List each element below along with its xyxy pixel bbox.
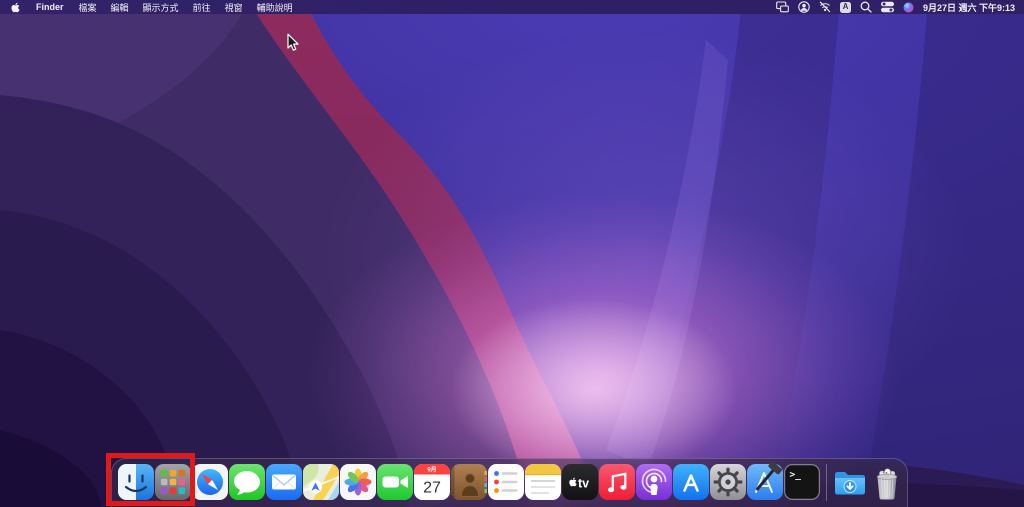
mail-icon xyxy=(266,464,302,500)
dock-item-launchpad[interactable] xyxy=(155,464,191,500)
control-center-icon[interactable] xyxy=(880,1,894,13)
svg-text:tv: tv xyxy=(578,476,589,490)
trash-full-icon xyxy=(876,468,898,500)
appstore-icon xyxy=(673,464,709,500)
apple-menu[interactable] xyxy=(9,2,28,13)
dock-item-maps[interactable] xyxy=(303,464,339,500)
photos-icon xyxy=(340,464,376,500)
facetime-icon xyxy=(377,464,413,500)
apple-logo-icon xyxy=(11,2,20,12)
menu-app-name[interactable]: Finder xyxy=(28,2,72,12)
input-source-icon[interactable]: A xyxy=(839,1,851,13)
wallpaper-waves xyxy=(0,0,1024,507)
menu-bar-clock[interactable]: 9月27日 週六 下午9:13 xyxy=(923,1,1015,14)
dock-item-facetime[interactable] xyxy=(377,464,413,500)
dock-item-tv[interactable]: tv xyxy=(562,464,598,500)
menu-bar: Finder 檔案 編輯 顯示方式 前往 視窗 輔助說明 A 9月27日 週六 … xyxy=(0,0,1024,14)
dock-item-contacts[interactable] xyxy=(451,464,487,500)
dock: 9月 27 tv >_ xyxy=(111,458,908,507)
dock-item-mail[interactable] xyxy=(266,464,302,500)
menu-item-window[interactable]: 視窗 xyxy=(218,1,250,14)
dock-item-safari[interactable] xyxy=(192,464,228,500)
dock-item-reminders[interactable] xyxy=(488,464,524,500)
menu-bar-status-area: A 9月27日 週六 下午9:13 xyxy=(776,1,1015,14)
menu-item-help[interactable]: 輔助說明 xyxy=(250,1,300,14)
menu-item-go[interactable]: 前往 xyxy=(186,1,218,14)
dock-separator xyxy=(826,464,827,501)
spotlight-search-icon[interactable] xyxy=(860,1,872,13)
music-icon xyxy=(599,464,635,500)
podcasts-icon xyxy=(636,464,672,500)
menu-item-view[interactable]: 顯示方式 xyxy=(136,1,186,14)
desktop: Finder 檔案 編輯 顯示方式 前往 視窗 輔助說明 A 9月27日 週六 … xyxy=(0,0,1024,507)
notes-icon xyxy=(525,464,561,500)
menu-item-file[interactable]: 檔案 xyxy=(72,1,104,14)
xcode-icon xyxy=(747,461,783,500)
calendar-icon: 9月 27 xyxy=(414,464,450,500)
dock-item-xcode[interactable] xyxy=(747,461,783,500)
user-account-icon[interactable] xyxy=(798,1,810,13)
dock-item-terminal[interactable]: >_ xyxy=(784,464,820,500)
appletv-icon: tv xyxy=(562,464,598,500)
dock-item-calendar[interactable]: 9月 27 xyxy=(414,464,450,500)
dock-item-appstore[interactable] xyxy=(673,464,709,500)
launchpad-icon xyxy=(155,464,191,500)
maps-icon xyxy=(303,464,339,500)
menu-bar-left: Finder 檔案 編輯 顯示方式 前往 視窗 輔助說明 xyxy=(9,1,300,14)
safari-icon xyxy=(192,464,228,500)
dock-item-photos[interactable] xyxy=(340,464,376,500)
wifi-off-icon[interactable] xyxy=(819,1,831,13)
downloads-folder-icon xyxy=(835,472,865,495)
reminders-icon xyxy=(488,464,524,500)
dock-item-notes[interactable] xyxy=(525,464,561,500)
svg-text:27: 27 xyxy=(423,480,441,497)
svg-text:9月: 9月 xyxy=(427,466,436,474)
dock-item-system-preferences[interactable] xyxy=(710,464,746,500)
menu-item-edit[interactable]: 編輯 xyxy=(104,1,136,14)
screen-mirroring-icon[interactable] xyxy=(776,1,789,13)
siri-icon[interactable] xyxy=(903,2,914,13)
svg-text:>_: >_ xyxy=(790,470,802,481)
dock-item-music[interactable] xyxy=(599,464,635,500)
dock-item-messages[interactable] xyxy=(229,464,265,500)
dock-item-finder[interactable] xyxy=(118,464,154,500)
contacts-icon xyxy=(451,464,487,500)
dock-item-downloads[interactable] xyxy=(832,464,868,500)
finder-icon xyxy=(118,464,154,500)
dock-item-trash[interactable] xyxy=(869,464,905,500)
system-preferences-icon xyxy=(710,464,746,500)
messages-icon xyxy=(229,464,265,500)
dock-item-podcasts[interactable] xyxy=(636,464,672,500)
terminal-icon: >_ xyxy=(784,464,820,500)
